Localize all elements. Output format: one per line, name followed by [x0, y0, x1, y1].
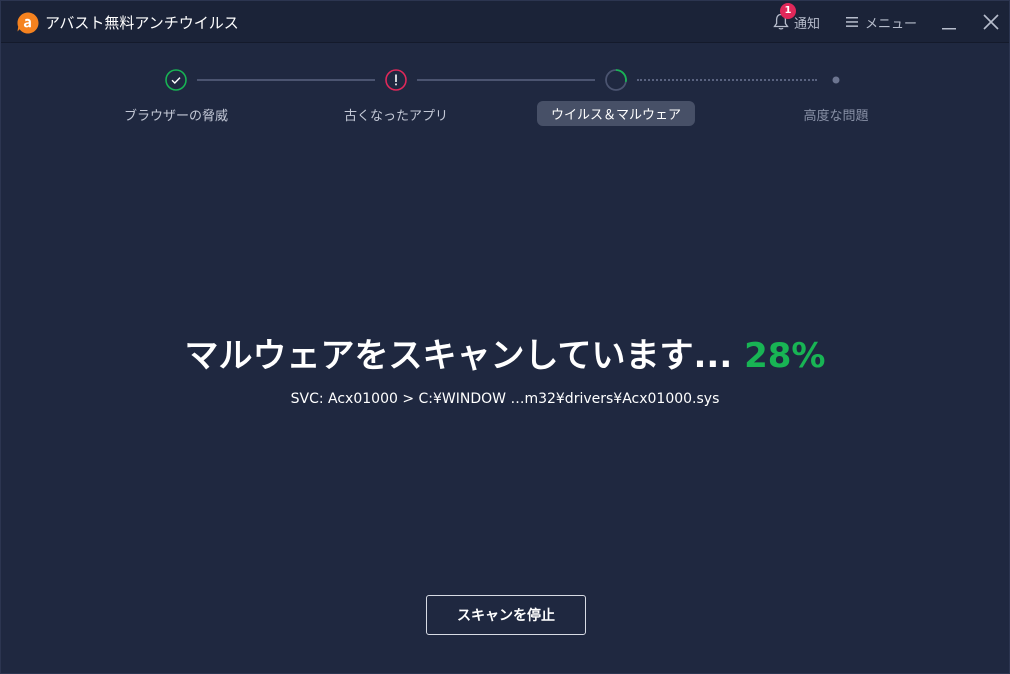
step-pending-dot-icon	[832, 76, 840, 84]
title-bar: アバスト無料アンチウイルス 1 通知 メニュー	[1, 1, 1009, 43]
notifications-button[interactable]: 1 通知	[773, 1, 833, 43]
current-scanned-file: SVC: Acx01000 > C:¥WINDOW …m32¥drivers¥A…	[290, 391, 720, 407]
step-label-advanced-issues: 高度な問題	[803, 109, 869, 124]
scan-percent: 28%	[744, 336, 826, 376]
step-done-check-icon	[165, 69, 187, 91]
scan-progress-steps: ブラウザーの脅威 古くなったアプリ ウイルス＆マルウェア 高度な問題	[1, 61, 1009, 141]
stop-scan-button[interactable]: スキャンを停止	[426, 595, 586, 635]
step-connector	[417, 79, 595, 81]
scan-status-text: マルウェアをスキャンしています...	[184, 336, 733, 376]
menu-button[interactable]: メニュー	[846, 1, 926, 43]
menu-label: メニュー	[865, 17, 918, 32]
close-icon[interactable]	[979, 10, 1003, 34]
step-active-progress-icon	[605, 69, 627, 91]
step-label-browser-threats: ブラウザーの脅威	[123, 109, 229, 124]
app-window: アバスト無料アンチウイルス 1 通知 メニュー ブラウザーの脅威 古くなったアプ…	[0, 0, 1010, 674]
avast-logo-icon	[17, 12, 39, 34]
step-label-virus-malware: ウイルス＆マルウェア	[536, 101, 696, 126]
step-warning-icon	[385, 69, 407, 91]
scan-headline: マルウェアをスキャンしています... 28%	[1, 328, 1009, 377]
step-connector-pending	[637, 79, 817, 81]
app-title: アバスト無料アンチウイルス	[45, 14, 239, 32]
notifications-label: 通知	[794, 17, 821, 32]
step-connector	[197, 79, 375, 81]
hamburger-menu-icon	[846, 17, 858, 27]
minimize-icon[interactable]	[938, 9, 960, 35]
step-label-outdated-apps: 古くなったアプリ	[343, 109, 449, 124]
